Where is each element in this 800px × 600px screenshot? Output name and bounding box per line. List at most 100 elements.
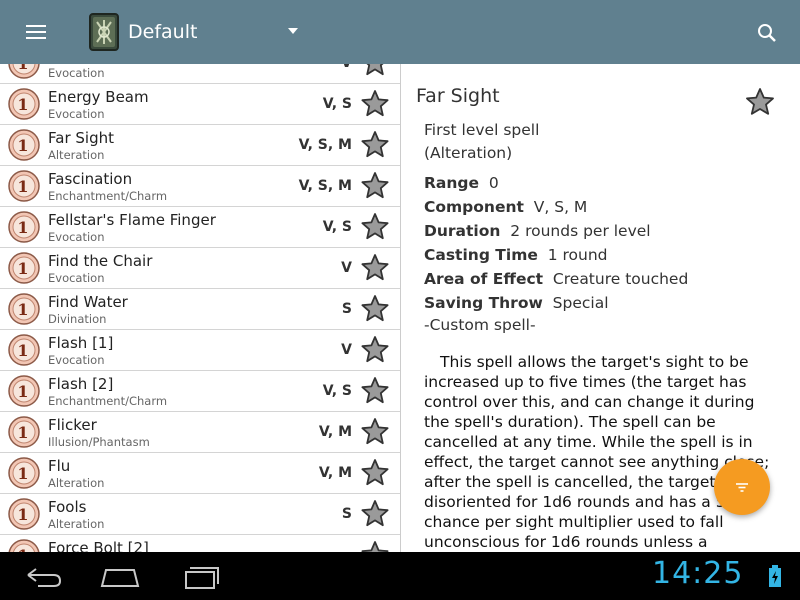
recents-icon[interactable]	[172, 560, 228, 594]
spell-name: Electric Blades	[48, 64, 159, 65]
svg-text:1: 1	[17, 95, 28, 114]
search-icon[interactable]	[752, 18, 782, 48]
spell-list-item[interactable]: 1 Fools Alteration S	[0, 494, 400, 535]
svg-text:1: 1	[17, 382, 28, 401]
spell-name: Force Bolt [2]	[48, 539, 149, 552]
spell-list-item[interactable]: 1 Flu Alteration V, M	[0, 453, 400, 494]
favorite-star-icon[interactable]	[360, 376, 390, 406]
spell-level-badge-icon: 1	[8, 170, 40, 202]
spell-list-item[interactable]: 1 Flash [2] Enchantment/Charm V, S	[0, 371, 400, 412]
spell-description: This spell allows the target's sight to …	[424, 353, 769, 551]
spell-school: Enchantment/Charm	[48, 394, 168, 408]
spell-level-badge-icon: 1	[8, 457, 40, 489]
spell-school: Illusion/Phantasm	[48, 435, 150, 449]
spell-list[interactable]: 1Electric BladesEvocationV1Energy BeamEv…	[0, 64, 400, 552]
spell-level-badge-icon: 1	[8, 64, 40, 79]
spell-list-item[interactable]: 1 Far Sight Alteration V, S, M	[0, 125, 400, 166]
spell-list-item[interactable]: 1 Flicker Illusion/Phantasm V, M	[0, 412, 400, 453]
property-saving-throw: Saving Throw Special	[424, 294, 609, 312]
spell-name: Flicker	[48, 416, 97, 434]
favorite-star-icon[interactable]	[360, 130, 390, 160]
spell-school: Alteration	[48, 148, 105, 162]
spell-name: Far Sight	[48, 129, 114, 147]
spell-components: V, S	[322, 96, 352, 112]
favorite-star-icon[interactable]	[360, 294, 390, 324]
favorite-star-icon[interactable]	[360, 64, 390, 78]
favorite-star-icon[interactable]	[360, 89, 390, 119]
spell-components: V, M	[318, 424, 352, 440]
spell-list-item[interactable]: 1 Find the Chair Evocation V	[0, 248, 400, 289]
spell-components: V	[341, 342, 352, 358]
filter-fab-button[interactable]	[714, 459, 770, 515]
hamburger-menu-icon[interactable]	[18, 20, 54, 44]
spell-level-line: First level spell	[424, 121, 540, 139]
spell-name: Flu	[48, 457, 71, 475]
app-title[interactable]: Default	[128, 21, 197, 43]
spell-name: Flash [2]	[48, 375, 114, 393]
favorite-star-icon[interactable]	[360, 212, 390, 242]
spell-name: Find the Chair	[48, 252, 153, 270]
spell-name: Fascination	[48, 170, 133, 188]
spell-name: Flash [1]	[48, 334, 114, 352]
spellbook-logo-icon	[89, 13, 119, 51]
spell-school: Evocation	[48, 271, 105, 285]
favorite-star-icon[interactable]	[744, 86, 776, 118]
spell-properties: Range 0 Component V, S, M Duration 2 rou…	[424, 171, 688, 315]
spell-school: Alteration	[48, 517, 105, 531]
favorite-star-icon[interactable]	[360, 253, 390, 283]
favorite-star-icon[interactable]	[360, 540, 390, 552]
svg-text:1: 1	[17, 341, 28, 360]
favorite-star-icon[interactable]	[360, 171, 390, 201]
property-component: Component V, S, M	[424, 198, 588, 216]
status-clock: 14:25	[652, 556, 744, 591]
spell-name: Energy Beam	[48, 88, 149, 106]
spell-list-item[interactable]: 1 Energy Beam Evocation V, S	[0, 84, 400, 125]
home-icon[interactable]	[92, 560, 148, 594]
svg-text:1: 1	[17, 177, 28, 196]
spell-school: Evocation	[48, 230, 105, 244]
spell-school-line: (Alteration)	[424, 144, 513, 162]
dropdown-arrow-icon[interactable]	[288, 28, 298, 34]
spell-level-badge-icon: 1	[8, 129, 40, 161]
property-casting-time: Casting Time 1 round	[424, 246, 608, 264]
spell-school: Evocation	[48, 107, 105, 121]
spell-list-item[interactable]: 1 Force Bolt [2]	[0, 535, 400, 552]
spell-components: V, S	[322, 383, 352, 399]
spell-school: Evocation	[48, 66, 105, 80]
custom-spell-note: -Custom spell-	[424, 316, 536, 334]
spell-name: Fellstar's Flame Finger	[48, 211, 216, 229]
spell-school: Alteration	[48, 476, 105, 490]
spell-components: V, S, M	[298, 178, 352, 194]
favorite-star-icon[interactable]	[360, 458, 390, 488]
favorite-star-icon[interactable]	[360, 499, 390, 529]
battery-charging-icon	[769, 565, 781, 587]
spell-list-item[interactable]: 1 Flash [1] Evocation V	[0, 330, 400, 371]
spell-level-badge-icon: 1	[8, 252, 40, 284]
spell-components: V, M	[318, 465, 352, 481]
spell-list-item[interactable]: 1 Electric BladesEvocation V	[0, 64, 400, 84]
favorite-star-icon[interactable]	[360, 417, 390, 447]
spell-school: Enchantment/Charm	[48, 189, 168, 203]
spell-level-badge-icon: 1	[8, 498, 40, 530]
spell-level-badge-icon: 1	[8, 293, 40, 325]
spell-level-badge-icon: 1	[8, 539, 40, 552]
spell-components: S	[341, 506, 352, 522]
spell-components: V, S, M	[298, 137, 352, 153]
property-area-of-effect: Area of Effect Creature touched	[424, 270, 689, 288]
spell-detail-title: Far Sight	[416, 85, 500, 107]
spell-school: Divination	[48, 312, 107, 326]
svg-text:1: 1	[17, 218, 28, 237]
back-icon[interactable]	[14, 560, 70, 594]
spell-level-badge-icon: 1	[8, 334, 40, 366]
spell-list-item[interactable]: 1 Find Water Divination S	[0, 289, 400, 330]
property-range: Range 0	[424, 174, 499, 192]
spell-components: V	[341, 64, 352, 71]
spell-list-item[interactable]: 1 Fellstar's Flame Finger Evocation V, S	[0, 207, 400, 248]
spell-level-badge-icon: 1	[8, 375, 40, 407]
property-duration: Duration 2 rounds per level	[424, 222, 651, 240]
svg-text:1: 1	[17, 259, 28, 278]
svg-text:1: 1	[17, 64, 28, 73]
spell-list-item[interactable]: 1 Fascination Enchantment/Charm V, S, M	[0, 166, 400, 207]
spell-components: V, S	[322, 219, 352, 235]
favorite-star-icon[interactable]	[360, 335, 390, 365]
